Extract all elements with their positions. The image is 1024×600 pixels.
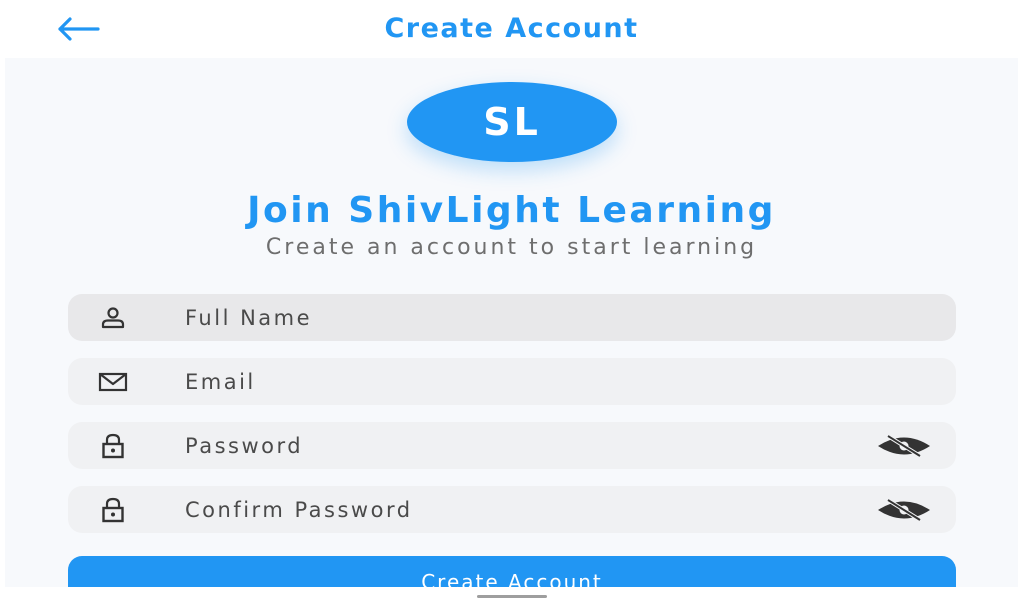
mail-icon — [96, 358, 130, 405]
home-indicator[interactable] — [477, 595, 547, 598]
password-input[interactable] — [185, 422, 845, 469]
password-field-container — [68, 422, 956, 469]
eye-off-icon — [878, 434, 930, 457]
system-navigation-bar — [0, 587, 1024, 600]
arrow-left-icon — [58, 17, 100, 41]
avatar-initials: SL — [483, 100, 541, 144]
person-icon — [96, 294, 130, 341]
full-name-input[interactable] — [185, 294, 845, 341]
welcome-subheading: Create an account to start learning — [265, 235, 758, 260]
email-field-container — [68, 358, 956, 405]
full-name-field-container — [68, 294, 956, 341]
create-account-screen: Create Account SL Join ShivLight Learnin… — [5, 0, 1018, 600]
confirm-password-field-container — [68, 486, 956, 533]
email-input[interactable] — [185, 358, 845, 405]
page-title: Create Account — [384, 13, 639, 44]
app-bar: Create Account — [5, 0, 1018, 58]
password-visibility-toggle[interactable] — [874, 422, 934, 469]
lock-icon — [96, 486, 130, 533]
confirm-password-input[interactable] — [185, 486, 845, 533]
lock-icon — [96, 422, 130, 469]
avatar: SL — [407, 82, 617, 162]
confirm-password-visibility-toggle[interactable] — [874, 486, 934, 533]
welcome-heading: Join ShivLight Learning — [247, 190, 776, 231]
eye-off-icon — [878, 498, 930, 521]
back-button[interactable] — [55, 13, 101, 45]
